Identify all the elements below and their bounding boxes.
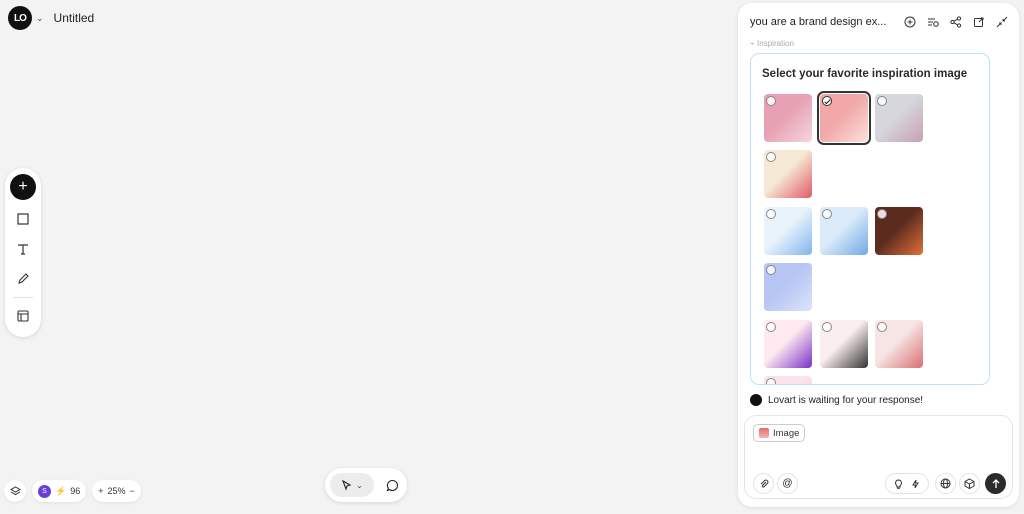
select-radio[interactable]: [766, 96, 776, 106]
inspiration-thumbnail[interactable]: [817, 91, 871, 145]
inspiration-thumbnail[interactable]: [875, 207, 923, 255]
collapse-icon: [996, 16, 1007, 28]
inspiration-card: Select your favorite inspiration image: [750, 53, 990, 385]
text-icon: [18, 244, 28, 255]
left-toolbar: +: [5, 168, 41, 337]
bottom-center-toolbar: ⌄: [325, 468, 407, 502]
bolt-icon: ⚡: [55, 485, 67, 496]
zoom-in-button[interactable]: +: [98, 486, 103, 496]
chat-header: you are a brand design ex...: [738, 3, 1019, 41]
inspiration-thumbnail[interactable]: [820, 320, 868, 368]
image-attachment-chip[interactable]: Image: [753, 424, 806, 442]
zoom-controls: + 25% −: [92, 480, 141, 502]
attachment-label: Image: [773, 427, 800, 439]
zoom-level[interactable]: 25%: [108, 486, 126, 496]
chevron-down-icon[interactable]: ⌄: [36, 13, 44, 24]
mention-button[interactable]: @: [777, 473, 798, 494]
inspiration-thumbnail[interactable]: [875, 94, 923, 142]
image-thumb-icon: [759, 428, 769, 438]
select-radio[interactable]: [766, 265, 776, 275]
rectangle-tool[interactable]: [9, 204, 37, 234]
select-radio[interactable]: [766, 152, 776, 162]
select-tool-button[interactable]: ⌄: [330, 473, 374, 497]
3d-button[interactable]: [959, 473, 980, 494]
message-composer[interactable]: Image @: [744, 415, 1013, 499]
brand-area: LO ⌄ Untitled: [8, 6, 94, 30]
lovart-avatar-icon: [750, 394, 762, 406]
inspiration-thumbnail[interactable]: [764, 320, 812, 368]
select-radio[interactable]: [822, 322, 832, 332]
pencil-icon: [18, 273, 29, 284]
attach-button[interactable]: [753, 473, 774, 494]
select-radio[interactable]: [877, 96, 887, 106]
waiting-text: Lovart is waiting for your response!: [768, 394, 924, 406]
layers-icon: [9, 485, 21, 495]
history-icon: [927, 18, 939, 27]
inspiration-thumbnail[interactable]: [764, 150, 812, 198]
pen-tool[interactable]: [9, 264, 37, 294]
mode-toggle[interactable]: [885, 473, 929, 494]
comment-icon: [386, 479, 398, 492]
send-button[interactable]: [985, 473, 1006, 494]
history-button[interactable]: [925, 15, 940, 30]
layout-icon: [17, 310, 29, 322]
share-icon: [949, 16, 961, 28]
plus-circle-icon: [904, 16, 915, 28]
collapse-button[interactable]: [994, 15, 1009, 30]
select-radio[interactable]: [877, 209, 887, 219]
select-radio[interactable]: [766, 322, 776, 332]
globe-icon: [940, 478, 951, 489]
inspiration-thumbnail[interactable]: [764, 376, 812, 384]
layout-tool[interactable]: [9, 301, 37, 331]
layers-button[interactable]: [4, 480, 26, 502]
inspiration-thumbnail[interactable]: [764, 263, 812, 311]
inspiration-thumbnail[interactable]: [820, 207, 868, 255]
chat-title[interactable]: you are a brand design ex...: [750, 16, 902, 28]
at-icon: @: [782, 478, 793, 489]
new-chat-button[interactable]: [902, 15, 917, 30]
inspiration-thumbnail[interactable]: [875, 320, 923, 368]
cursor-icon: [342, 479, 352, 491]
add-button[interactable]: +: [10, 174, 36, 200]
paperclip-icon: [760, 479, 768, 488]
select-radio[interactable]: [766, 378, 776, 384]
status-line: Lovart is waiting for your response!: [750, 394, 923, 406]
lovart-logo[interactable]: LO: [8, 6, 32, 30]
section-label: ⌁ Inspiration: [750, 39, 794, 48]
document-title[interactable]: Untitled: [54, 11, 95, 25]
avatar: S: [38, 484, 51, 498]
zoom-out-button[interactable]: −: [130, 486, 135, 496]
web-search-button[interactable]: [935, 473, 956, 494]
bolt-icon: [912, 479, 919, 488]
export-button[interactable]: [971, 15, 986, 30]
select-radio[interactable]: [877, 322, 887, 332]
rectangle-icon: [17, 213, 29, 225]
chat-panel: you are a brand design ex... ⌁ Inspirati…: [738, 3, 1019, 507]
select-radio[interactable]: [766, 209, 776, 219]
credits-pill[interactable]: S ⚡ 96: [32, 480, 87, 502]
cube-icon: [964, 478, 975, 489]
inspiration-thumbnail[interactable]: [764, 94, 812, 142]
credits-count: 96: [70, 486, 81, 496]
comment-button[interactable]: [382, 475, 402, 495]
select-radio[interactable]: [822, 209, 832, 219]
card-title: Select your favorite inspiration image: [762, 68, 968, 80]
chevron-down-icon: ⌄: [356, 480, 363, 490]
bottom-left-controls: S ⚡ 96 + 25% −: [4, 480, 141, 502]
inspiration-thumbnail[interactable]: [764, 207, 812, 255]
arrow-up-icon: [992, 478, 999, 488]
share-button[interactable]: [948, 15, 963, 30]
bulb-icon: [895, 478, 902, 489]
toolbar-divider: [13, 297, 33, 298]
text-tool[interactable]: [9, 234, 37, 264]
select-radio[interactable]: [822, 96, 832, 106]
export-icon: [973, 17, 983, 27]
